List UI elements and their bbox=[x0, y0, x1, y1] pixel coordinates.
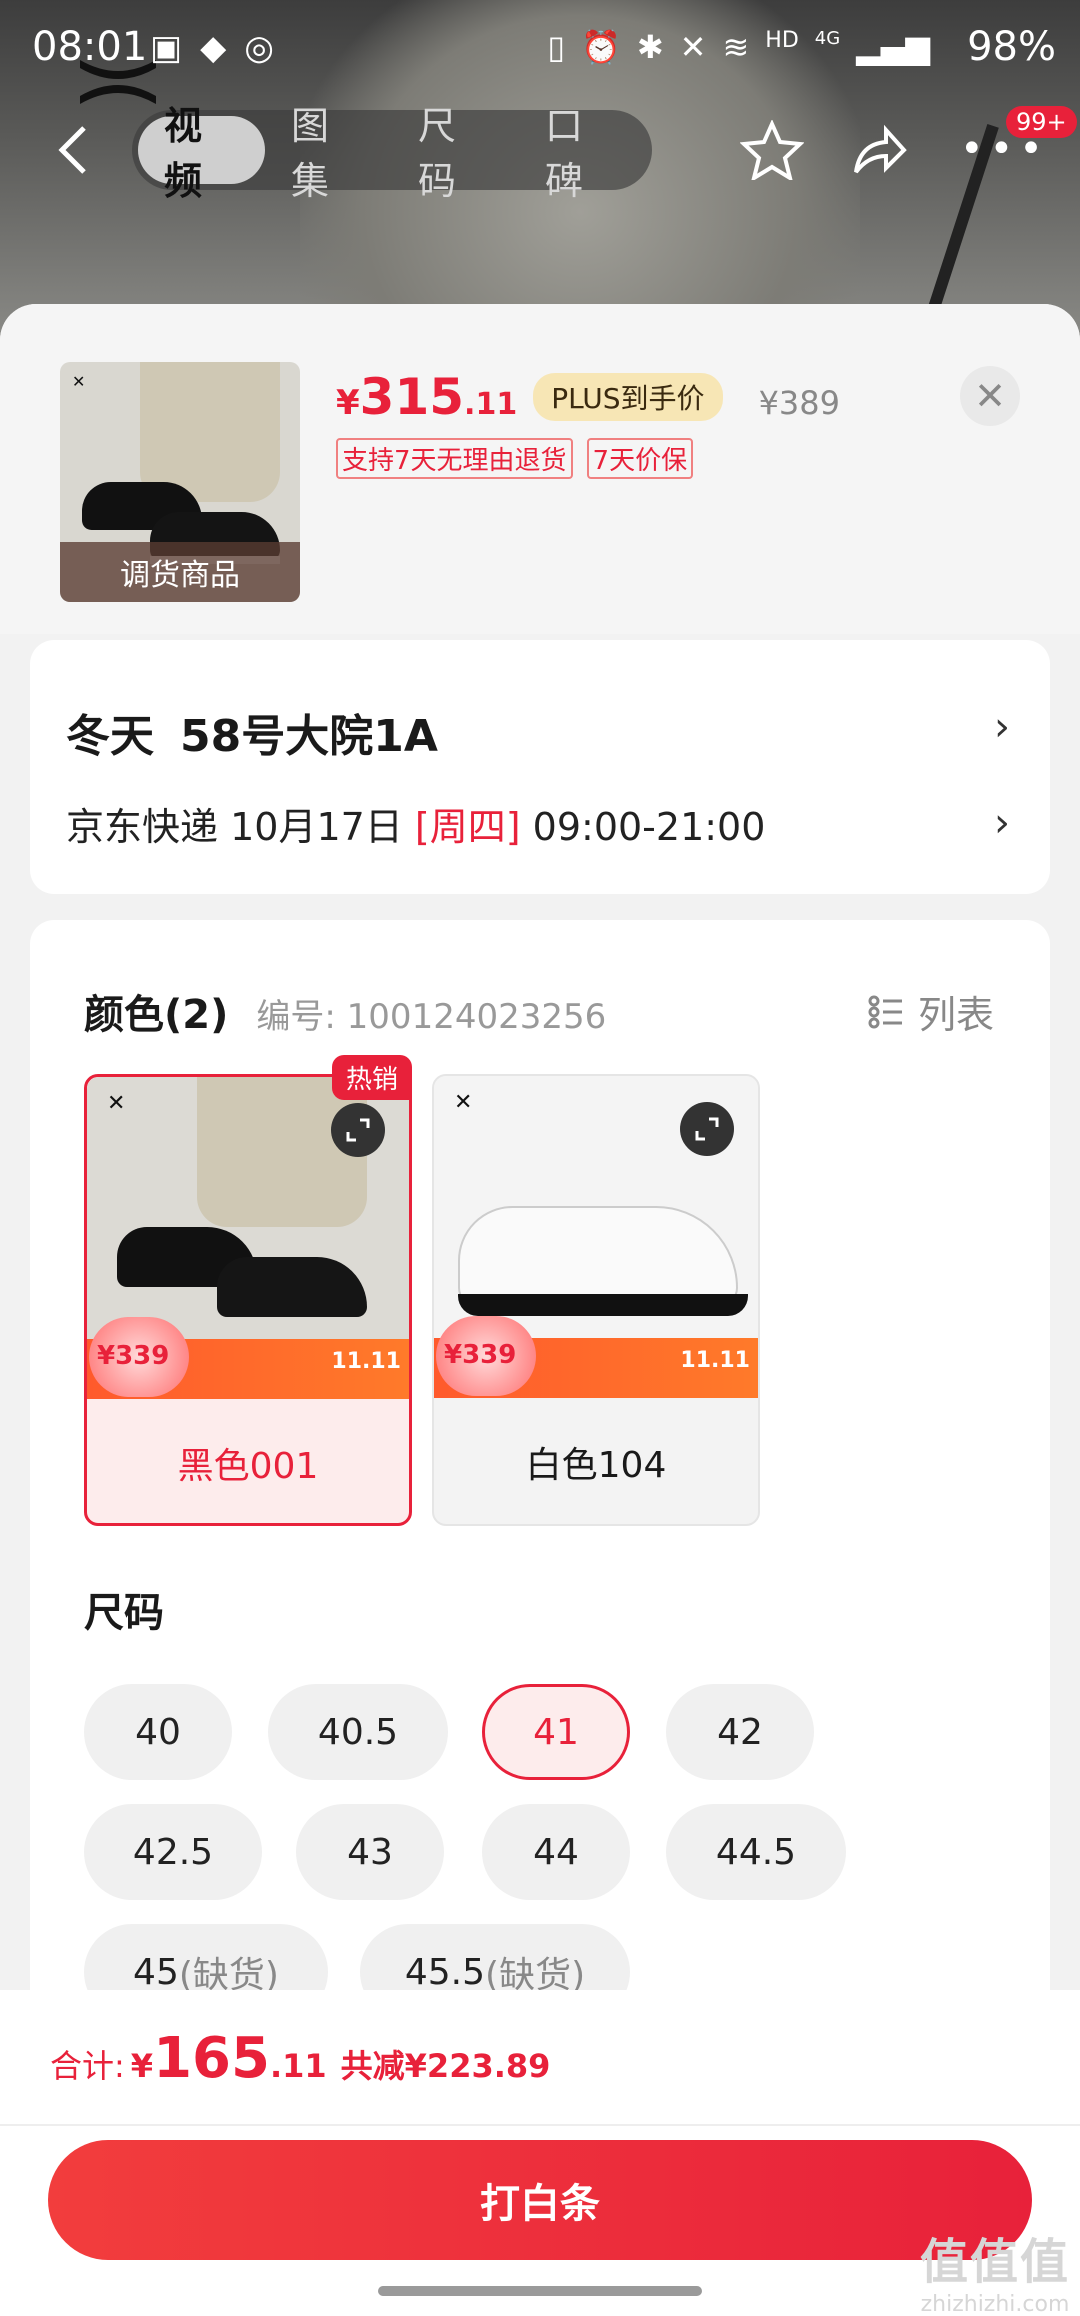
signal-label: 4G bbox=[814, 28, 841, 49]
sheet-header: ✕ 调货商品 ¥315.11 PLUS到手价 ¥389 ✕ 支持7天无理由退货 … bbox=[0, 304, 1080, 634]
price-protect-tag: 7天价保 bbox=[586, 438, 694, 479]
double-eleven-logo: 11.11 bbox=[331, 1349, 401, 1374]
close-button[interactable]: ✕ bbox=[960, 366, 1020, 426]
color-header: 颜色(2) 编号: 100124023256 bbox=[84, 982, 606, 1040]
promo-strip: ¥339 11.11 bbox=[434, 1316, 758, 1398]
media-tabs: 视频 图集 尺码 口碑 bbox=[132, 104, 652, 203]
product-thumbnail[interactable]: ✕ 调货商品 bbox=[60, 362, 300, 602]
divider bbox=[0, 2124, 1080, 2126]
alarm-icon: ⏰ bbox=[581, 28, 621, 66]
checkout-footer: 合计: ¥165.11 共减¥223.89 打白条 值值值 zhizhizhi.… bbox=[0, 1990, 1080, 2316]
color-option-white[interactable]: ✕ ¥339 11.11 白色104 bbox=[432, 1074, 760, 1526]
size-option-42[interactable]: 42 bbox=[666, 1684, 814, 1780]
product-code: 编号: 100124023256 bbox=[256, 997, 607, 1037]
favorite-star-icon[interactable] bbox=[740, 120, 804, 180]
address-chevron-icon[interactable]: › bbox=[994, 704, 1010, 750]
close-icon: ✕ bbox=[974, 374, 1006, 418]
hot-sale-badge: 热销 bbox=[331, 1055, 412, 1100]
watermark: 值值值 zhizhizhi.com bbox=[919, 2234, 1070, 2316]
plus-price-tag: PLUS到手价 bbox=[533, 373, 723, 421]
total-discount: 共减¥223.89 bbox=[340, 2047, 551, 2085]
brand-mini-logo: ✕ bbox=[107, 1091, 126, 1116]
size-option-42-5[interactable]: 42.5 bbox=[84, 1804, 262, 1900]
back-arrow-icon[interactable] bbox=[52, 124, 96, 176]
address-card[interactable]: 冬天 58号大院1A › 京东快递 10月17日 [周四] 09:00-21:00… bbox=[30, 640, 1050, 894]
sim-icon: ▯ bbox=[547, 28, 565, 66]
size-option-44-5[interactable]: 44.5 bbox=[666, 1804, 846, 1900]
battery-level: 98% bbox=[967, 24, 1056, 70]
expand-icon bbox=[695, 1117, 719, 1141]
expand-image-button[interactable] bbox=[331, 1103, 385, 1157]
size-option-40[interactable]: 40 bbox=[84, 1684, 232, 1780]
wifi-icon: ≋ bbox=[722, 28, 750, 66]
message-badge: 99+ bbox=[1006, 106, 1077, 138]
size-option-44[interactable]: 44 bbox=[482, 1804, 630, 1900]
expand-image-button[interactable] bbox=[680, 1102, 734, 1156]
mute-icon: ✕ bbox=[679, 28, 707, 66]
shopping-bag-icon: ◆ bbox=[200, 28, 227, 68]
home-indicator[interactable] bbox=[378, 2286, 702, 2296]
brand-mini-logo: ✕ bbox=[454, 1090, 473, 1115]
tab-video[interactable]: 视频 bbox=[138, 104, 265, 203]
address-title: 冬天 58号大院1A bbox=[66, 711, 438, 762]
status-bar: 08:01 ▣ ◆ ◎ ▯ ⏰ ✱ ✕ ≋ HD 4G ▂▄▆ 98% bbox=[0, 0, 1080, 96]
list-icon bbox=[868, 995, 902, 1028]
brand-mini-logo: ✕ bbox=[72, 372, 86, 391]
size-option-41[interactable]: 41 bbox=[482, 1684, 630, 1780]
color-label: 黑色001 bbox=[177, 1446, 319, 1487]
gallery-notification-icon: ▣ bbox=[150, 28, 183, 68]
hd-label: HD bbox=[765, 28, 799, 53]
tab-gallery[interactable]: 图集 bbox=[265, 104, 392, 203]
sync-icon: ◎ bbox=[244, 28, 274, 68]
promo-strip: ¥339 11.11 bbox=[87, 1317, 409, 1399]
return-policy-tag: 支持7天无理由退货 bbox=[336, 438, 573, 479]
delivery-chevron-icon[interactable]: › bbox=[994, 800, 1010, 846]
list-view-toggle[interactable]: 列表 bbox=[868, 984, 994, 1039]
size-option-40-5[interactable]: 40.5 bbox=[268, 1684, 448, 1780]
tab-reviews[interactable]: 口碑 bbox=[519, 104, 646, 203]
expand-icon bbox=[346, 1118, 370, 1142]
double-eleven-logo: 11.11 bbox=[680, 1348, 750, 1373]
total-price: 合计: ¥165.11 共减¥223.89 bbox=[50, 2026, 551, 2091]
current-price: ¥315.11 bbox=[336, 368, 518, 426]
thumb-overlay-label: 调货商品 bbox=[60, 542, 300, 602]
delivery-info: 京东快递 10月17日 [周四] 09:00-21:00 bbox=[66, 805, 766, 849]
color-option-black[interactable]: ✕ ¥339 11.11 黑色001 热销 bbox=[84, 1055, 412, 1526]
color-label: 白色104 bbox=[525, 1445, 667, 1486]
size-option-43[interactable]: 43 bbox=[296, 1804, 444, 1900]
status-time: 08:01 bbox=[32, 24, 148, 70]
bluetooth-icon: ✱ bbox=[636, 28, 664, 66]
original-price: ¥389 bbox=[758, 384, 840, 422]
price-row: ¥315.11 PLUS到手价 ¥389 bbox=[336, 368, 840, 426]
tab-size[interactable]: 尺码 bbox=[392, 104, 519, 203]
service-tags: 支持7天无理由退货 7天价保 bbox=[336, 438, 694, 479]
size-title: 尺码 bbox=[84, 1590, 164, 1636]
color-title: 颜色(2) bbox=[84, 992, 229, 1038]
share-icon[interactable] bbox=[850, 122, 908, 178]
signal-icon: ▂▄▆ bbox=[856, 28, 930, 66]
baitiao-pay-button[interactable]: 打白条 bbox=[48, 2140, 1032, 2260]
product-nav-bar: 视频 图集 尺码 口碑 ••• 99+ bbox=[0, 104, 1080, 203]
